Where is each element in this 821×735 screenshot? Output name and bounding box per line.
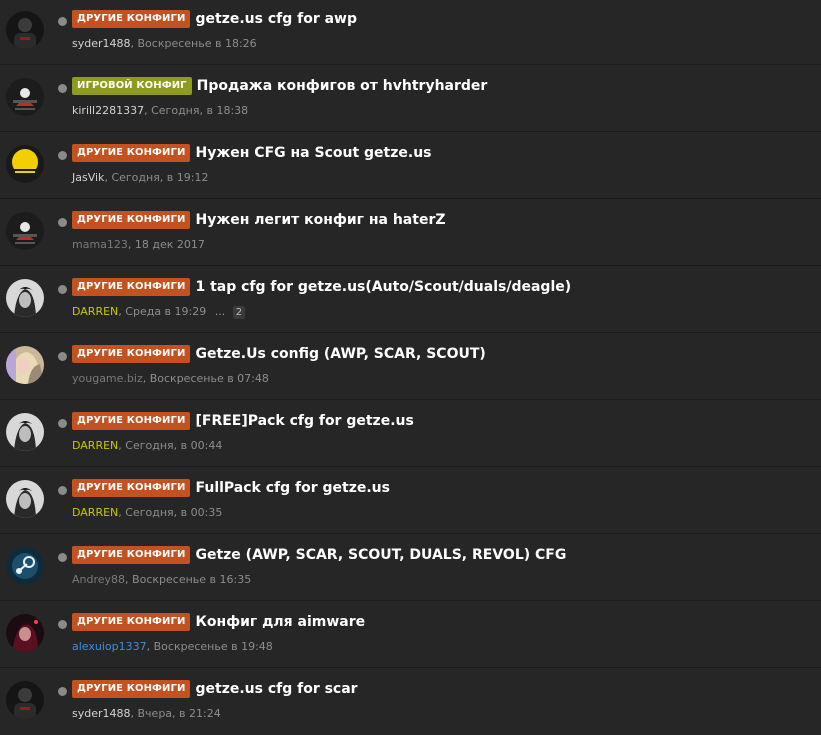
avatar[interactable] bbox=[6, 145, 44, 183]
avatar[interactable] bbox=[6, 681, 44, 719]
thread-date[interactable]: Сегодня, в 19:12 bbox=[111, 171, 208, 184]
thread-meta: kirill2281337, Сегодня, в 18:38 bbox=[72, 104, 249, 117]
author-link[interactable]: mama123 bbox=[72, 238, 128, 251]
thread-date[interactable]: Воскресенье в 07:48 bbox=[150, 372, 269, 385]
author-link[interactable]: syder1488 bbox=[72, 37, 131, 50]
thread-title[interactable]: 1 tap cfg for getze.us(Auto/Scout/duals/… bbox=[195, 279, 571, 295]
author-link[interactable]: syder1488 bbox=[72, 707, 131, 720]
prefix-badge[interactable]: Другие конфиги bbox=[72, 144, 191, 162]
thread-row: Другие конфиги 1 tap cfg for getze.us(Au… bbox=[0, 266, 821, 333]
prefix-badge[interactable]: Другие конфиги bbox=[72, 412, 191, 430]
avatar[interactable] bbox=[6, 480, 44, 518]
thread-row: Другие конфиги FullPack cfg for getze.us… bbox=[0, 467, 821, 534]
prefix-badge[interactable]: Другие конфиги bbox=[72, 211, 191, 229]
thread-meta: syder1488, Вчера, в 21:24 bbox=[72, 707, 221, 720]
avatar[interactable] bbox=[6, 78, 44, 116]
thread-row: Другие конфиги Getze.Us config (AWP, SCA… bbox=[0, 333, 821, 400]
thread-row: Другие конфиги Getze (AWP, SCAR, SCOUT, … bbox=[0, 534, 821, 601]
unread-dot-icon bbox=[58, 84, 67, 93]
unread-dot-icon bbox=[58, 17, 67, 26]
thread-row: Другие конфиги getze.us cfg for scar syd… bbox=[0, 668, 821, 735]
thread-date[interactable]: Сегодня, в 00:35 bbox=[125, 506, 222, 519]
page-link[interactable]: 2 bbox=[232, 306, 246, 319]
author-link[interactable]: Andrey88 bbox=[72, 573, 125, 586]
avatar[interactable] bbox=[6, 11, 44, 49]
thread-date[interactable]: Среда в 19:29 bbox=[125, 305, 206, 318]
prefix-badge[interactable]: Другие конфиги bbox=[72, 479, 191, 497]
thread-row: Игровой конфиг Продажа конфигов от hvhtr… bbox=[0, 65, 821, 132]
unread-dot-icon bbox=[58, 620, 67, 629]
unread-dot-icon bbox=[58, 687, 67, 696]
thread-meta: syder1488, Воскресенье в 18:26 bbox=[72, 37, 257, 50]
thread-date[interactable]: Воскресенье в 16:35 bbox=[132, 573, 251, 586]
avatar[interactable] bbox=[6, 614, 44, 652]
unread-dot-icon bbox=[58, 553, 67, 562]
prefix-badge[interactable]: Другие конфиги bbox=[72, 278, 191, 296]
thread-meta: yougame.biz, Воскресенье в 07:48 bbox=[72, 372, 269, 385]
unread-dot-icon bbox=[58, 352, 67, 361]
thread-meta: alexuiop1337, Воскресенье в 19:48 bbox=[72, 640, 273, 653]
author-link[interactable]: kirill2281337 bbox=[72, 104, 144, 117]
prefix-badge[interactable]: Другие конфиги bbox=[72, 10, 191, 28]
author-link[interactable]: alexuiop1337 bbox=[72, 640, 147, 653]
thread-title[interactable]: FullPack cfg for getze.us bbox=[195, 480, 390, 496]
thread-title[interactable]: Нужен легит конфиг на haterZ bbox=[195, 212, 445, 228]
avatar[interactable] bbox=[6, 413, 44, 451]
prefix-badge[interactable]: Другие конфиги bbox=[72, 546, 191, 564]
thread-row: Другие конфиги getze.us cfg for awp syde… bbox=[0, 0, 821, 65]
unread-dot-icon bbox=[58, 285, 67, 294]
thread-row: Другие конфиги Конфиг для aimware alexui… bbox=[0, 601, 821, 668]
thread-title[interactable]: Getze (AWP, SCAR, SCOUT, DUALS, REVOL) C… bbox=[195, 547, 566, 563]
thread-date[interactable]: Воскресенье в 19:48 bbox=[154, 640, 273, 653]
thread-meta: mama123, 18 дек 2017 bbox=[72, 238, 205, 251]
thread-title[interactable]: Продажа конфигов от hvhtryharder bbox=[197, 78, 488, 94]
thread-date[interactable]: 18 дек 2017 bbox=[135, 238, 205, 251]
thread-date[interactable]: Вчера, в 21:24 bbox=[138, 707, 221, 720]
avatar[interactable] bbox=[6, 279, 44, 317]
unread-dot-icon bbox=[58, 151, 67, 160]
thread-date[interactable]: Сегодня, в 00:44 bbox=[125, 439, 222, 452]
unread-dot-icon bbox=[58, 218, 67, 227]
prefix-badge[interactable]: Другие конфиги bbox=[72, 680, 191, 698]
thread-meta: DARREN, Среда в 19:29 ... 2 bbox=[72, 305, 246, 319]
thread-row: Другие конфиги Нужен легит конфиг на hat… bbox=[0, 199, 821, 266]
thread-row: Другие конфиги Нужен CFG на Scout getze.… bbox=[0, 132, 821, 199]
thread-date[interactable]: Сегодня, в 18:38 bbox=[151, 104, 248, 117]
thread-title[interactable]: getze.us cfg for scar bbox=[195, 681, 357, 697]
prefix-badge[interactable]: Игровой конфиг bbox=[72, 77, 192, 95]
author-link[interactable]: DARREN bbox=[72, 506, 118, 519]
thread-title[interactable]: Getze.Us config (AWP, SCAR, SCOUT) bbox=[195, 346, 485, 362]
author-link[interactable]: yougame.biz bbox=[72, 372, 143, 385]
avatar[interactable] bbox=[6, 212, 44, 250]
page-ellipsis: ... bbox=[214, 305, 226, 318]
unread-dot-icon bbox=[58, 486, 67, 495]
thread-date[interactable]: Воскресенье в 18:26 bbox=[138, 37, 257, 50]
avatar[interactable] bbox=[6, 547, 44, 585]
unread-dot-icon bbox=[58, 419, 67, 428]
thread-list: Другие конфиги getze.us cfg for awp syde… bbox=[0, 0, 821, 735]
thread-meta: Andrey88, Воскресенье в 16:35 bbox=[72, 573, 252, 586]
thread-meta: DARREN, Сегодня, в 00:44 bbox=[72, 439, 223, 452]
author-link[interactable]: JasVik bbox=[72, 171, 104, 184]
avatar[interactable] bbox=[6, 346, 44, 384]
prefix-badge[interactable]: Другие конфиги bbox=[72, 613, 191, 631]
author-link[interactable]: DARREN bbox=[72, 305, 118, 318]
author-link[interactable]: DARREN bbox=[72, 439, 118, 452]
thread-meta: JasVik, Сегодня, в 19:12 bbox=[72, 171, 209, 184]
thread-meta: DARREN, Сегодня, в 00:35 bbox=[72, 506, 223, 519]
thread-row: Другие конфиги [FREE]Pack cfg for getze.… bbox=[0, 400, 821, 467]
thread-title[interactable]: Конфиг для aimware bbox=[195, 614, 365, 630]
prefix-badge[interactable]: Другие конфиги bbox=[72, 345, 191, 363]
thread-title[interactable]: getze.us cfg for awp bbox=[195, 11, 357, 27]
thread-title[interactable]: Нужен CFG на Scout getze.us bbox=[195, 145, 431, 161]
thread-title[interactable]: [FREE]Pack cfg for getze.us bbox=[195, 413, 413, 429]
